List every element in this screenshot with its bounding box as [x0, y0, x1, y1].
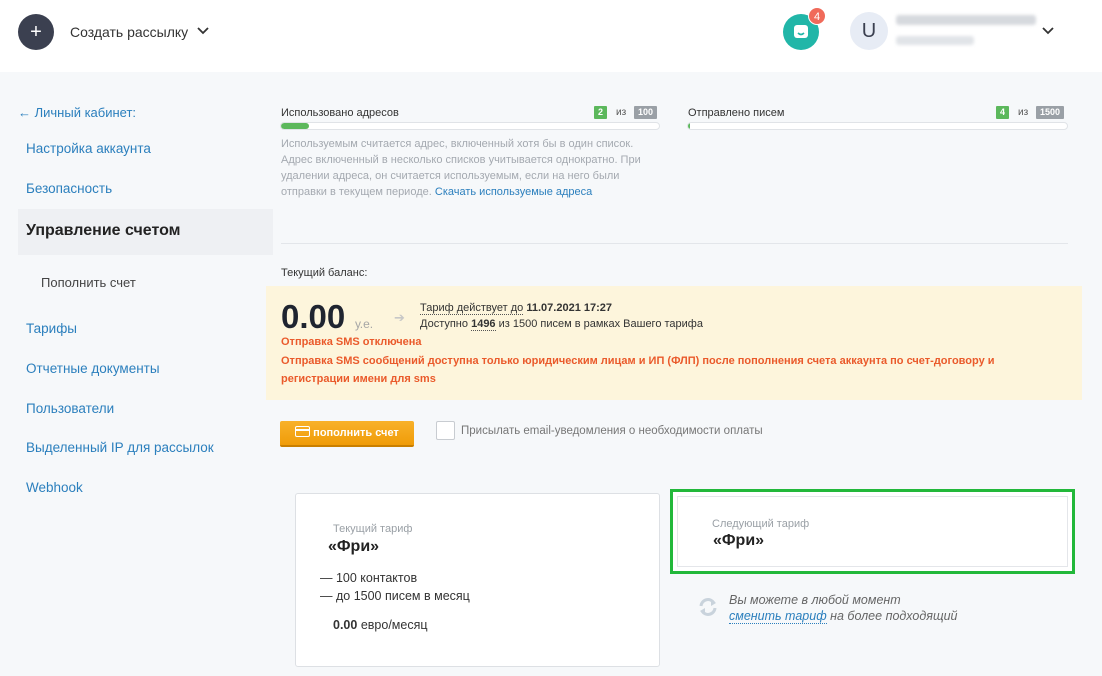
account-email-redacted — [896, 15, 1036, 25]
emails-total: 1500 — [1036, 106, 1065, 119]
sms-disabled-warning: Отправка SMS отключена — [281, 336, 422, 348]
sidebar-subitem-topup[interactable]: Пополнить счет — [41, 275, 136, 290]
create-campaign-button[interactable]: + — [18, 14, 54, 50]
change-tariff-prefix: Вы можете в любой момент — [729, 593, 901, 607]
current-tariff-sub: Текущий тариф — [333, 523, 413, 535]
sidebar-item-users[interactable]: Пользователи — [26, 401, 114, 416]
emails-progress-bar — [687, 122, 1068, 130]
sidebar-item-security[interactable]: Безопасность — [26, 181, 112, 196]
addresses-total: 100 — [634, 106, 658, 119]
chat-notification-badge: 4 — [808, 7, 826, 25]
chevron-down-icon[interactable] — [196, 24, 210, 38]
sidebar-item-tariffs[interactable]: Тарифы — [26, 321, 77, 336]
plus-icon: + — [30, 21, 42, 43]
payment-notification-label[interactable]: Присылать email-уведомления о необходимо… — [461, 425, 763, 437]
next-tariff-sub: Следующий тариф — [712, 518, 810, 530]
balance-label: Текущий баланс: — [281, 267, 368, 279]
addresses-progress-fill — [281, 123, 310, 129]
available-suffix: из 1500 писем в рамках Вашего тарифа — [498, 318, 703, 330]
next-tariff-name: «Фри» — [713, 532, 765, 549]
arrow-right-icon: ➔ — [394, 310, 405, 325]
available-emails: Доступно 1496 из 1500 писем в рамках Ваш… — [420, 318, 703, 331]
balance-amount: 0.00 — [281, 298, 346, 335]
usage-explanation: Используемым считается адрес, включенный… — [281, 136, 661, 200]
sms-availability-note: Отправка SMS сообщений доступна только ю… — [281, 355, 995, 385]
section-divider — [281, 243, 1068, 244]
current-tariff-price-unit: евро/месяц — [360, 618, 428, 632]
current-tariff-card: Текущий тариф «Фри» — 100 контактов — до… — [295, 493, 660, 667]
back-to-cabinet-link[interactable]: ← Личный кабинет: — [18, 105, 136, 120]
create-campaign-label[interactable]: Создать рассылку — [70, 24, 188, 40]
next-tariff-card: Следующий тариф «Фри» — [670, 489, 1075, 574]
emails-progress-fill — [688, 123, 690, 129]
balance-unit: у.е. — [355, 317, 374, 331]
available-count: 1496 — [471, 318, 496, 331]
tariff-valid-prefix: Тариф действует до — [420, 302, 524, 315]
account-id-redacted — [896, 36, 974, 45]
addresses-progress-bar — [280, 122, 660, 130]
emails-of-label: из — [1018, 107, 1029, 118]
addresses-used-count: 2 — [594, 106, 608, 119]
addresses-used-label: Использовано адресов — [281, 107, 399, 119]
change-tariff-hint: Вы можете в любой момент сменить тариф н… — [729, 592, 958, 624]
available-prefix: Доступно — [420, 318, 469, 330]
current-tariff-name: «Фри» — [328, 538, 380, 555]
sidebar-item-dedicated-ip[interactable]: Выделенный IP для рассылок — [26, 440, 214, 455]
topup-button-label: пополнить счет — [313, 427, 399, 439]
download-used-addresses-link[interactable]: Скачать используемые адреса — [435, 186, 592, 198]
change-tariff-suffix: на более подходящий — [830, 609, 958, 623]
sidebar-item-documents[interactable]: Отчетные документы — [26, 361, 160, 376]
refresh-icon — [699, 598, 717, 616]
balance-panel: 0.00 у.е. ➔ Тариф действует до 11.07.202… — [266, 286, 1082, 400]
sidebar: ← Личный кабинет: Настройка аккаунта Без… — [0, 72, 280, 676]
topup-button[interactable]: пополнить счет — [280, 421, 414, 447]
current-tariff-price-value: 0.00 — [333, 618, 358, 632]
chat-icon — [794, 25, 808, 38]
current-tariff-feature: — до 1500 писем в месяц — [320, 589, 470, 603]
current-tariff-price: 0.00 евро/месяц — [333, 618, 428, 632]
emails-sent-count: 4 — [996, 106, 1010, 119]
emails-sent-label: Отправлено писем — [688, 107, 785, 119]
tariff-valid-date: 11.07.2021 17:27 — [526, 302, 612, 314]
avatar[interactable]: U — [850, 12, 888, 50]
tariff-valid-until: Тариф действует до 11.07.2021 17:27 — [420, 302, 612, 315]
payment-notification-checkbox[interactable] — [436, 421, 455, 440]
sidebar-item-account-settings[interactable]: Настройка аккаунта — [26, 141, 151, 156]
current-tariff-feature: — 100 контактов — [320, 571, 418, 585]
account-menu-chevron-icon[interactable] — [1041, 24, 1055, 38]
credit-card-icon — [295, 426, 311, 437]
sidebar-item-billing-active[interactable]: Управление счетом — [18, 209, 273, 255]
sidebar-item-webhook[interactable]: Webhook — [26, 480, 83, 495]
top-header: + Создать рассылку 4 U — [0, 0, 1102, 72]
addresses-of-label: из — [616, 107, 627, 118]
change-tariff-link[interactable]: сменить тариф — [729, 609, 827, 624]
